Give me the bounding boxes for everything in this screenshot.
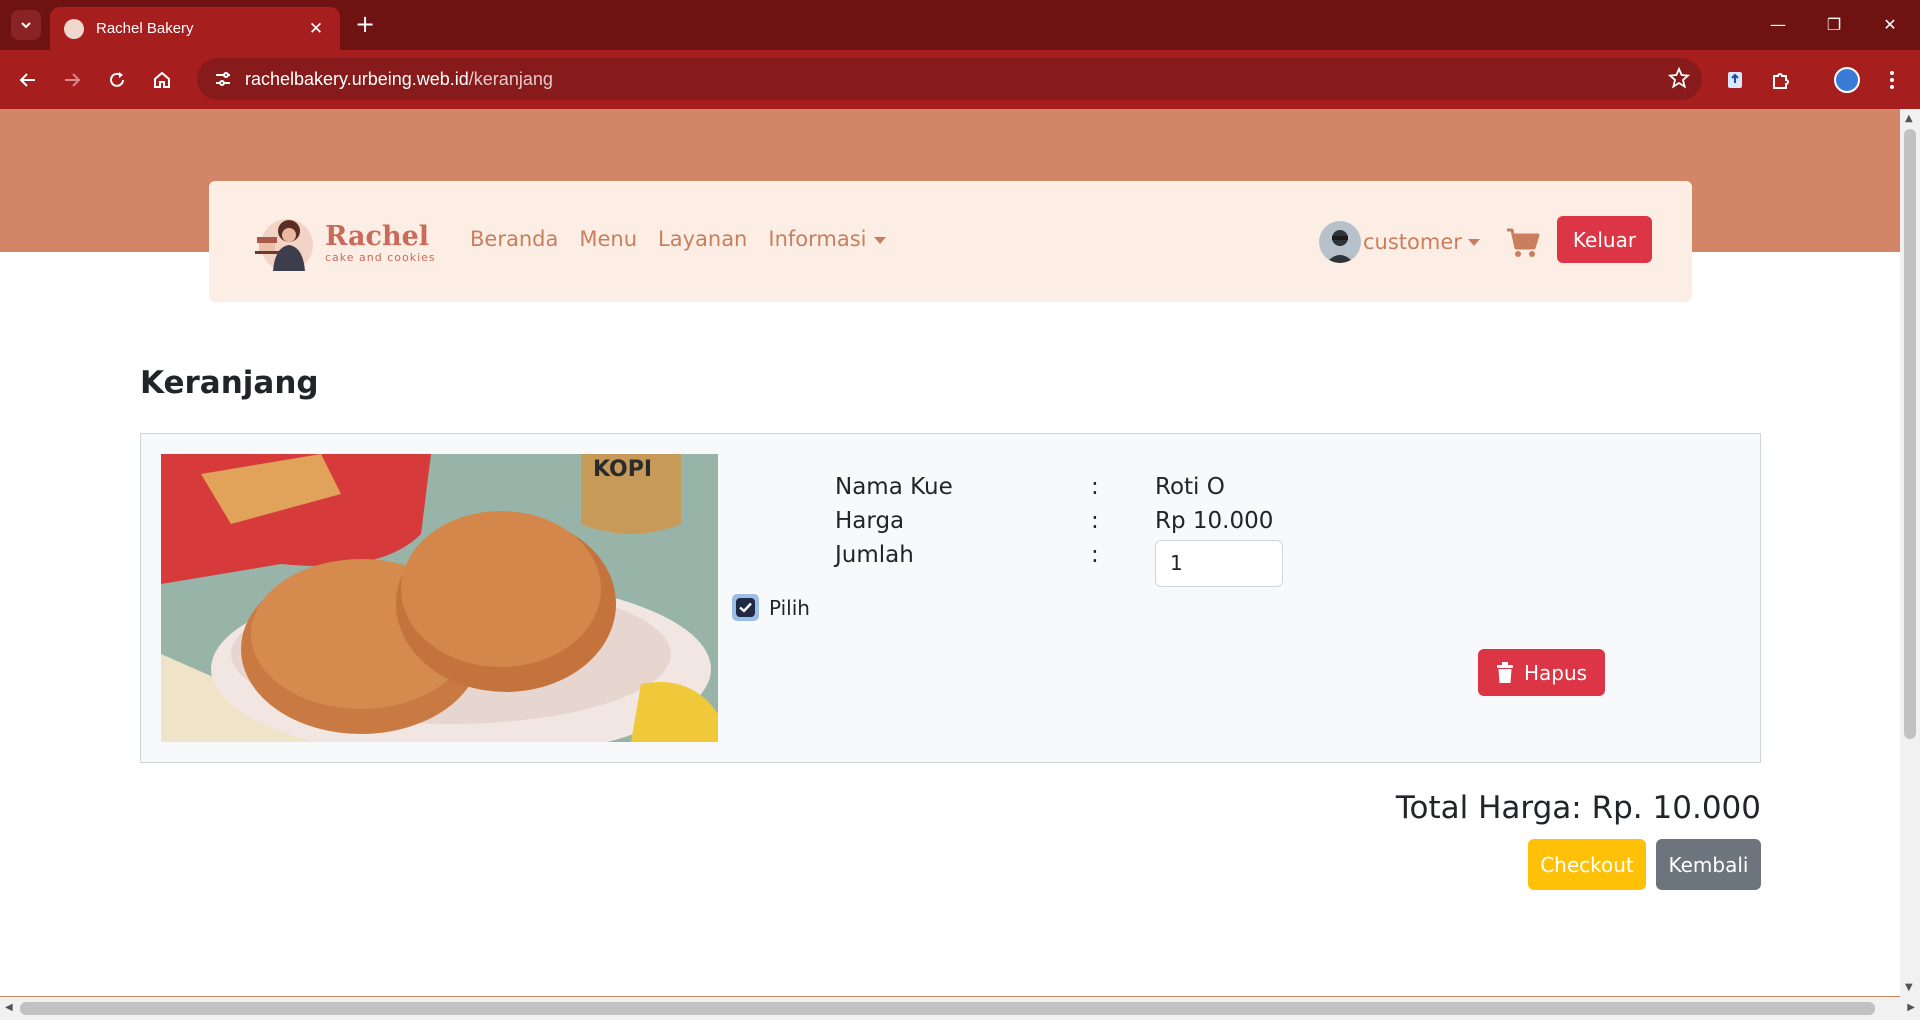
username: customer — [1363, 230, 1462, 254]
nav-informasi-label: Informasi — [768, 227, 867, 251]
site-navbar: Rachel cake and cookies Beranda Menu Lay… — [209, 181, 1692, 302]
delete-button[interactable]: Hapus — [1478, 649, 1605, 696]
checkout-button[interactable]: Checkout — [1528, 839, 1646, 890]
svg-text:KOPI: KOPI — [593, 457, 652, 482]
extension-icon[interactable] — [1718, 63, 1752, 97]
scroll-right-icon[interactable]: ▶ — [1907, 1002, 1915, 1013]
nav-menu[interactable]: Menu — [579, 227, 637, 251]
info-row-qty: Jumlah : 1 — [835, 540, 1535, 587]
cart-icon[interactable] — [1505, 227, 1541, 259]
horizontal-scrollbar[interactable]: ◀ ▶ — [0, 997, 1920, 1020]
vertical-scroll-thumb[interactable] — [1904, 129, 1916, 739]
user-avatar — [1319, 221, 1361, 263]
site-settings-icon[interactable] — [211, 67, 235, 91]
qty-label: Jumlah — [835, 542, 914, 568]
info-row-name: Nama Kue : Roti O — [835, 474, 1535, 508]
tab-title: Rachel Bakery — [96, 20, 194, 37]
profile-avatar[interactable] — [1830, 63, 1864, 97]
check-icon — [736, 598, 755, 617]
browser-tab[interactable]: Rachel Bakery ✕ — [50, 7, 340, 50]
new-tab-button[interactable]: + — [352, 12, 378, 38]
home-icon — [154, 71, 170, 88]
vertical-scrollbar[interactable]: ▲ ▼ — [1900, 109, 1920, 997]
scroll-left-icon[interactable]: ◀ — [5, 1002, 13, 1013]
back-to-menu-button[interactable]: Kembali — [1656, 839, 1761, 890]
address-bar[interactable]: rachelbakery.urbeing.web.id/keranjang — [197, 58, 1702, 100]
url-text: rachelbakery.urbeing.web.id/keranjang — [245, 69, 553, 90]
product-image: KOPI — [161, 454, 718, 742]
total-price: Total Harga: Rp. 10.000 — [1395, 790, 1761, 826]
caret-down-icon — [1467, 238, 1480, 246]
user-dropdown[interactable]: customer — [1319, 221, 1480, 263]
home-button[interactable] — [146, 64, 178, 96]
tab-search-button[interactable] — [11, 10, 41, 40]
bookmark-star-icon[interactable] — [1667, 66, 1691, 93]
favicon-icon — [64, 18, 84, 39]
nav-informasi[interactable]: Informasi — [768, 227, 887, 251]
main-nav: Beranda Menu Layanan Informasi — [470, 227, 887, 251]
trash-icon — [1496, 662, 1513, 683]
info-row-price: Harga : Rp 10.000 — [835, 508, 1535, 542]
colon: : — [1091, 508, 1099, 534]
minimize-button[interactable]: — — [1758, 10, 1798, 40]
arrow-left-icon — [19, 73, 35, 87]
caret-down-icon — [874, 236, 887, 244]
name-value: Roti O — [1155, 474, 1225, 500]
browser-toolbar: rachelbakery.urbeing.web.id/keranjang — [0, 50, 1920, 109]
select-checkbox[interactable] — [732, 594, 759, 621]
puzzle-icon[interactable] — [1764, 63, 1798, 97]
logo-tagline: cake and cookies — [325, 250, 436, 264]
kebab-menu-icon[interactable] — [1875, 63, 1909, 97]
price-value: Rp 10.000 — [1155, 508, 1274, 534]
price-label: Harga — [835, 508, 905, 534]
forward-button[interactable] — [56, 64, 88, 96]
reload-icon — [110, 72, 124, 87]
nav-layanan[interactable]: Layanan — [658, 227, 747, 251]
chevron-down-icon — [21, 22, 31, 29]
cart-item-card: KOPI Pilih Nama Kue : Roti O Harga: Rp … — [140, 433, 1761, 763]
colon: : — [1091, 474, 1099, 500]
logout-button[interactable]: Keluar — [1557, 216, 1652, 263]
scroll-up-icon[interactable]: ▲ — [1905, 113, 1913, 124]
logo-name: Rachel — [325, 220, 430, 252]
name-label: Nama Kue — [835, 474, 953, 500]
close-window-button[interactable]: ✕ — [1870, 10, 1910, 40]
nav-beranda[interactable]: Beranda — [470, 227, 558, 251]
baker-logo-icon — [251, 211, 321, 275]
url-path: /keranjang — [468, 68, 553, 89]
arrow-right-icon — [65, 73, 81, 87]
reload-button[interactable] — [101, 64, 133, 96]
page-title: Keranjang — [140, 365, 319, 401]
horizontal-scroll-thumb[interactable] — [20, 1002, 1875, 1015]
colon: : — [1091, 542, 1099, 568]
close-tab-icon[interactable]: ✕ — [306, 19, 326, 39]
back-button[interactable] — [12, 64, 44, 96]
select-item[interactable]: Pilih — [732, 594, 810, 621]
page-viewport: Rachel cake and cookies Beranda Menu Lay… — [0, 109, 1900, 997]
restore-button[interactable]: ❐ — [1814, 10, 1854, 40]
scroll-down-icon[interactable]: ▼ — [1905, 982, 1913, 993]
site-logo[interactable]: Rachel cake and cookies — [251, 211, 436, 275]
url-host: rachelbakery.urbeing.web.id — [245, 68, 469, 89]
browser-tabbar: Rachel Bakery ✕ + — ❐ ✕ — [0, 0, 1920, 50]
select-label: Pilih — [769, 595, 810, 620]
quantity-input[interactable]: 1 — [1155, 540, 1283, 587]
delete-label: Hapus — [1523, 660, 1588, 685]
